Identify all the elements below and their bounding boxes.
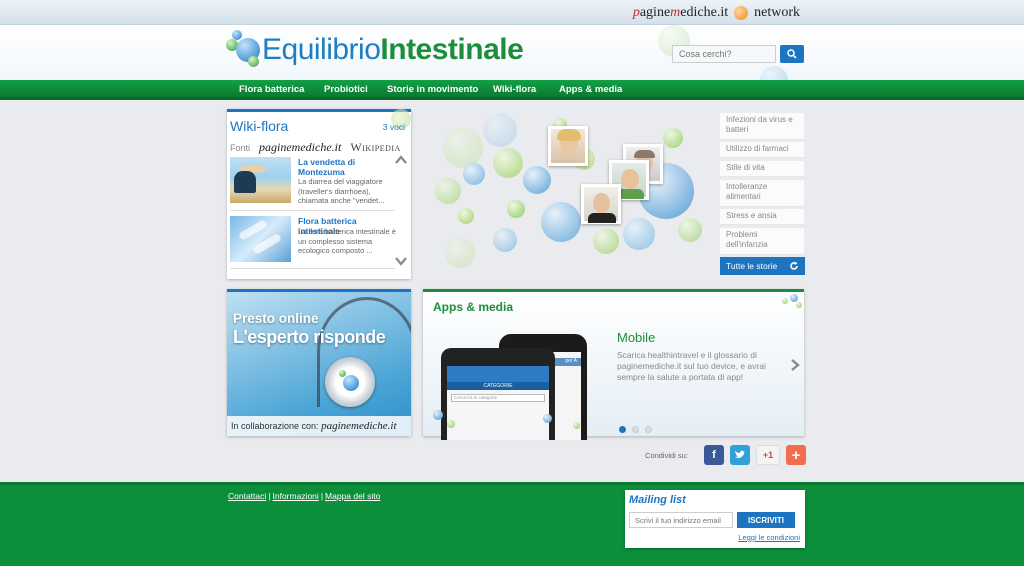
nav-item-wiki-flora[interactable]: Wiki-flora [493,84,559,95]
footer-links: Contattaci | Informazioni | Mappa del sito [228,491,381,501]
email-field[interactable] [629,512,733,528]
network-logo-icon [734,6,749,20]
wiki-item-desc: La flora batterica intestinale è un comp… [298,227,396,255]
sources-label: Fonti [230,143,251,153]
search-button[interactable] [780,45,804,63]
apps-slide-title: Mobile [617,330,656,345]
nav-item-storie-in-movimento[interactable]: Storie in movimento [387,84,493,95]
wiki-item-title[interactable]: La vendetta di Montezuma [298,157,398,177]
collab-brand-logo: paginemediche.it [321,420,397,432]
search-input[interactable] [672,45,776,63]
logo-text-part2: Intestinale [380,33,524,66]
brand-letter-p: p [632,5,640,20]
footer-link-mappa[interactable]: Mappa del sito [325,491,380,501]
expert-title: L'esperto risponde [233,327,386,347]
collab-label: In collaborazione con: [231,421,319,431]
brand-letter-m: m [670,5,681,20]
logo-text: EquilibrioIntestinale [262,33,524,67]
network-bar: paginemediche.it network [0,0,1024,25]
logo-text-part1: Equilibrio [262,33,381,66]
site-footer: Contattaci | Informazioni | Mappa del sito… [0,482,1024,566]
facebook-icon[interactable]: f [703,445,724,465]
search-icon [787,49,797,59]
expert-collab: In collaborazione con: paginemediche.it [227,416,411,436]
apps-media-panel: Apps & media per A CATEGORIE Cerca tra l… [423,289,804,440]
refresh-icon [790,261,798,270]
nav-item-apps-media[interactable]: Apps & media [559,84,629,95]
wiki-item[interactable]: La vendetta di Montezuma La diarrea del … [230,157,395,207]
carousel-dot[interactable] [645,426,652,433]
next-slide-icon[interactable] [790,358,800,372]
stories-hero [423,108,713,280]
divider [230,210,395,211]
wiki-item[interactable]: Flora batterica intestinale La flora bat… [230,216,396,266]
apps-slide-desc: Scarica healthintravel e il glossario di… [617,350,766,382]
wiki-item-image [230,157,291,203]
wiki-item-desc: La diarrea del viaggiatore (traveller's … [298,177,385,205]
add-icon[interactable]: + [785,445,806,465]
brand-text-end: ediche.it [680,5,729,20]
carousel-dot[interactable] [619,426,626,433]
network-label: network [754,5,800,20]
scroll-down-icon[interactable] [395,256,407,266]
all-stories-button[interactable]: Tutte le storie [720,257,805,275]
phone-screen-search: Cerca tra le categorie [451,394,545,402]
google-plus-icon[interactable]: +1 [755,445,780,465]
carousel-dot[interactable] [632,426,639,433]
story-face[interactable] [581,184,621,224]
logo-bubbles-icon [226,30,262,70]
story-face[interactable] [548,126,588,166]
nav-item-flora-batterica[interactable]: Flora batterica [239,84,324,95]
wiki-flora-title[interactable]: Wiki-flora [230,118,288,134]
main-nav: Flora batterica Probiotici Storie in mov… [0,80,1024,100]
wiki-count: 3 voci [382,122,405,132]
phone-image: CATEGORIE Cerca tra le categorie [441,348,555,440]
expert-panel[interactable]: Presto online L'esperto risponde In coll… [227,289,411,436]
wiki-flora-panel: Wiki-flora 3 voci Fonti paginemediche.it… [227,109,411,279]
all-stories-label: Tutte le storie [726,261,778,271]
wiki-sources: Fonti paginemediche.it Wikipedia [230,140,401,155]
topic-farmaci[interactable]: Utilizzo di farmaci [720,142,804,158]
carousel-dots [619,426,652,433]
expert-coming-soon: Presto online [233,311,319,326]
footer-link-informazioni[interactable]: Informazioni [273,491,319,501]
share-label: Condividi su: [645,450,688,460]
phone-screen-categories: CATEGORIE [447,382,549,390]
topic-stress[interactable]: Stress e ansia [720,209,804,225]
site-logo[interactable]: EquilibrioIntestinale [226,30,524,70]
brand-text: agine [639,5,671,20]
wiki-item-image [230,216,291,262]
footer-link-contattaci[interactable]: Contattaci [228,491,266,501]
topic-infezioni[interactable]: Infezioni da virus e batteri [720,113,804,140]
topic-infanzia[interactable]: Problemi dell'infanzia [720,228,804,255]
scroll-up-icon[interactable] [395,155,407,165]
mailing-list-box: Mailing list ISCRIVITI Leggi le condizio… [625,490,805,548]
source-wikipedia-logo[interactable]: Wikipedia [350,140,401,155]
topic-intolleranze[interactable]: Intolleranze alimentari [720,180,804,207]
divider [230,268,395,269]
twitter-icon[interactable] [729,445,750,465]
paginemediche-network-link[interactable]: paginemediche.it network [633,5,800,21]
topic-stile-di-vita[interactable]: Stile di vita [720,161,804,177]
share-bar: Condividi su: f +1 + [645,445,806,465]
source-paginemediche-logo[interactable]: paginemediche.it [259,140,341,155]
terms-link[interactable]: Leggi le condizioni [738,533,800,542]
apps-media-title[interactable]: Apps & media [433,300,513,314]
nav-item-probiotici[interactable]: Probiotici [324,84,387,95]
mailing-list-title: Mailing list [629,494,686,506]
google-plus-label: +1 [762,450,774,460]
subscribe-button[interactable]: ISCRIVITI [737,512,795,528]
